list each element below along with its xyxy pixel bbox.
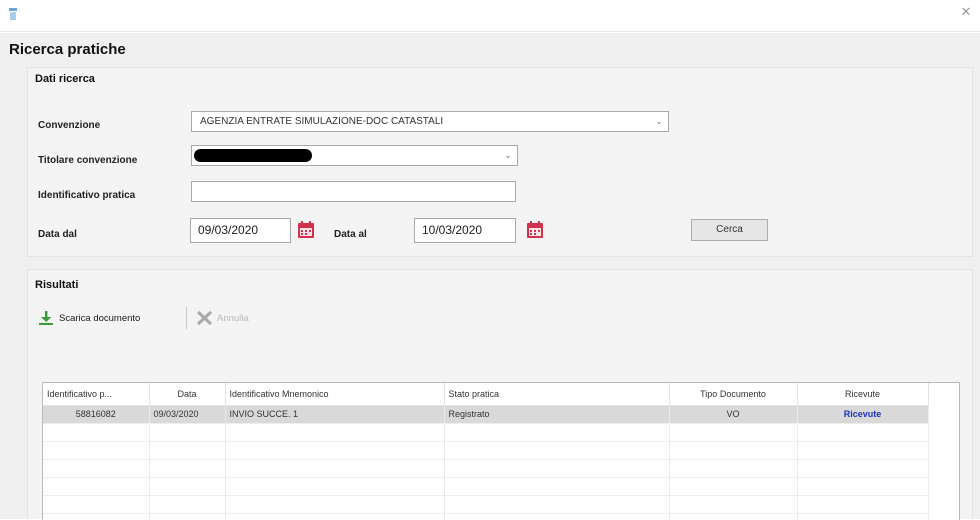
cell-ricevute: Ricevute [797,405,929,424]
table-header: Identificativo p... Data Identificativo … [43,383,929,406]
data-dal-value: 09/03/2020 [198,223,259,237]
titolare-select[interactable]: ⌄ [191,145,518,166]
page-title: Ricerca pratiche [9,41,126,58]
empty-row [43,441,929,460]
redacted-value [194,149,312,162]
cancel-button[interactable]: Annulla [195,307,249,329]
data-al-value: 10/03/2020 [422,223,483,237]
calendar-icon[interactable] [296,220,316,240]
download-icon [39,311,53,325]
cell-stato: Registrato [444,405,670,424]
cancel-label: Annulla [217,312,249,324]
calendar-icon[interactable] [525,220,545,240]
download-button[interactable]: Scarica documento [37,307,140,329]
cancel-icon [196,310,213,326]
column-header-identificativo[interactable]: Identificativo p... [43,383,150,406]
cell-mnemonico: INVIO SUCCE. 1 [225,405,445,424]
empty-row [43,423,929,442]
convenzione-value: AGENZIA ENTRATE SIMULAZIONE-DOC CATASTAL… [200,116,444,127]
cell-data: 09/03/2020 [149,405,226,424]
close-icon[interactable]: ✕ [958,4,974,20]
app-icon [9,8,17,20]
search-panel: Dati ricerca Convenzione AGENZIA ENTRATE… [27,67,973,257]
cerca-button[interactable]: Cerca [691,219,768,241]
column-header-tipo[interactable]: Tipo Documento [669,383,798,406]
toolbar-divider [186,307,187,329]
column-header-ricevute[interactable]: Ricevute [797,383,929,406]
data-al-label: Data al [334,229,367,240]
column-header-data[interactable]: Data [149,383,226,406]
table-row[interactable]: 58816082 09/03/2020 INVIO SUCCE. 1 Regis… [43,405,929,424]
convenzione-select[interactable]: AGENZIA ENTRATE SIMULAZIONE-DOC CATASTAL… [191,111,669,132]
chevron-down-icon: ⌄ [655,116,663,126]
empty-row [43,459,929,478]
empty-row [43,495,929,514]
results-grid[interactable]: Identificativo p... Data Identificativo … [42,382,960,520]
cell-identificativo: 58816082 [43,405,150,424]
title-bar: ✕ [0,0,980,32]
search-section-title: Dati ricerca [35,73,95,85]
data-dal-input[interactable]: 09/03/2020 [190,218,291,243]
download-label: Scarica documento [59,312,141,324]
identificativo-label: Identificativo pratica [38,190,136,201]
titolare-label: Titolare convenzione [38,155,138,166]
results-section-title: Risultati [35,279,79,291]
convenzione-label: Convenzione [38,120,101,131]
identificativo-input[interactable] [191,181,516,202]
cell-tipo: VO [669,405,798,424]
results-table: Identificativo p... Data Identificativo … [43,383,929,520]
ricevute-link[interactable]: Ricevute [844,409,882,419]
data-al-input[interactable]: 10/03/2020 [414,218,516,243]
column-header-stato[interactable]: Stato pratica [444,383,670,406]
empty-row [43,477,929,496]
results-panel: Risultati Scarica documento Annulla Iden… [27,269,973,520]
column-header-mnemonico[interactable]: Identificativo Mnemonico [225,383,445,406]
chevron-down-icon: ⌄ [504,150,512,160]
data-dal-label: Data dal [38,229,77,240]
main-window: Ricerca pratiche Dati ricerca Convenzion… [0,33,980,520]
